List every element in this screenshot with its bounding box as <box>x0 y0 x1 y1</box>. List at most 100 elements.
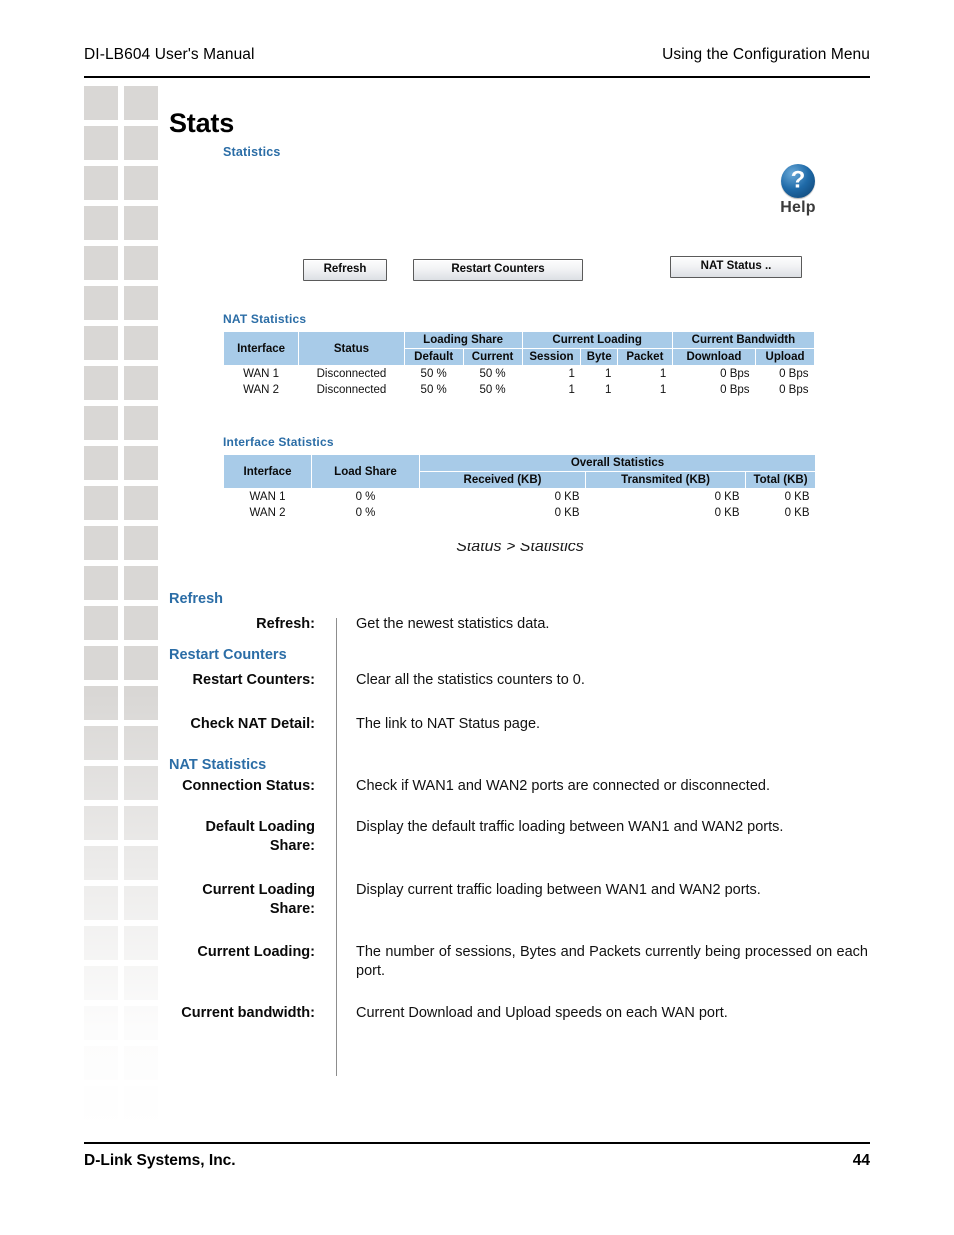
definition-description: Clear all the statistics counters to 0. <box>356 672 585 689</box>
definition-item: Current bandwidth: Current Download and … <box>169 1004 875 1023</box>
cell-byte: 1 <box>605 368 612 380</box>
footer-company: D-Link Systems, Inc. <box>84 1152 236 1169</box>
page-title: Stats <box>169 108 235 138</box>
decorative-square <box>84 1046 118 1080</box>
col-interface: Interface <box>222 331 300 366</box>
definition-term: Restart Counters: <box>192 672 315 689</box>
col-interface: Interface <box>223 454 312 489</box>
cell-interface: WAN 2 <box>243 384 280 396</box>
col-packet: Packet <box>616 348 673 366</box>
definition-term: Current Loading Share: <box>202 881 315 918</box>
col-byte: Byte <box>580 348 618 366</box>
decorative-square <box>124 1086 158 1120</box>
definition-description: Get the newest statistics data. <box>356 616 550 633</box>
interface-statistics-table: Interface Load Share Overall Statistics … <box>223 454 817 521</box>
definition-description: Check if WAN1 and WAN2 ports are connect… <box>356 777 770 794</box>
decorative-square <box>84 446 118 480</box>
subsection-refresh: Refresh <box>169 591 223 607</box>
cell-interface: WAN 1 <box>243 368 280 380</box>
decorative-square <box>84 286 118 320</box>
decorative-square <box>84 686 118 720</box>
definition-item: Default Loading Share: Display the defau… <box>169 818 875 857</box>
table-row: WAN 1 Disconnected 50 % 50 % 1 1 1 0 Bps… <box>224 366 815 383</box>
definition-item: Current Loading Share: Display current t… <box>169 881 875 920</box>
col-transmited: Transmited (KB) <box>585 471 746 489</box>
cell-download: 0 Bps <box>720 368 750 380</box>
definition-description: Display current traffic loading between … <box>356 881 761 898</box>
cell-session: 1 <box>568 384 575 396</box>
decorative-square <box>124 726 158 760</box>
cell-packet: 1 <box>659 368 667 380</box>
cell-default-share: 50 % <box>420 384 447 396</box>
definition-term: Current bandwidth: <box>181 1005 315 1022</box>
cell-current-share: 50 % <box>479 368 506 380</box>
cell-status: Disconnected <box>316 384 387 396</box>
cell-session: 1 <box>568 368 575 380</box>
col-current-bandwidth: Current Bandwidth <box>671 331 816 349</box>
decorative-square <box>84 1086 118 1120</box>
definition-description: Current Download and Upload speeds on ea… <box>356 1005 728 1022</box>
definition-term: Connection Status: <box>182 777 315 794</box>
cell-download: 0 Bps <box>720 384 750 396</box>
cell-interface: WAN 1 <box>249 491 286 503</box>
definition-description: The number of sessions, Bytes and Packet… <box>356 943 868 980</box>
decorative-square <box>124 86 158 120</box>
decorative-square <box>124 406 158 440</box>
decorative-square <box>84 566 118 600</box>
question-mark-circle-icon[interactable]: ? <box>781 164 815 198</box>
table-header-row: Interface Load Share Overall Statistics <box>223 454 817 489</box>
table-row: WAN 2 0 % 0 KB 0 KB 0 KB <box>224 505 816 521</box>
table-row: WAN 2 Disconnected 50 % 50 % 1 1 1 0 Bps… <box>224 382 815 398</box>
decorative-square <box>124 126 158 160</box>
running-head-right: Using the Configuration Menu <box>662 46 870 63</box>
col-load-share: Load Share <box>311 454 420 489</box>
definition-item: Connection Status: Check if WAN1 and WAN… <box>169 777 875 796</box>
decorative-square <box>84 806 118 840</box>
decorative-square <box>124 846 158 880</box>
running-head-left: DI-LB604 User's Manual <box>84 46 255 63</box>
decorative-square <box>124 1046 158 1080</box>
router-ui-screenshot: Statistics ? Help Refresh Restart Counte… <box>219 142 821 540</box>
decorative-square <box>84 886 118 920</box>
cell-load-share: 0 % <box>355 507 376 519</box>
definition-item: Refresh: Get the newest statistics data. <box>169 615 875 634</box>
decorative-square <box>124 686 158 720</box>
refresh-button[interactable]: Refresh <box>303 259 387 281</box>
cell-status: Disconnected <box>316 368 387 380</box>
decorative-square <box>124 326 158 360</box>
decorative-square <box>124 486 158 520</box>
col-current: Current <box>462 348 523 366</box>
col-default: Default <box>403 348 464 366</box>
figure-caption-text: Status > Statistics <box>456 543 584 555</box>
decorative-square <box>84 206 118 240</box>
decorative-square <box>124 206 158 240</box>
running-head: DI-LB604 User's Manual Using the Configu… <box>84 46 870 64</box>
footer-page-number: 44 <box>852 1152 870 1169</box>
restart-counters-button[interactable]: Restart Counters <box>413 259 583 281</box>
col-loading-share: Loading Share <box>403 331 523 349</box>
decorative-square <box>84 526 118 560</box>
decorative-square <box>124 526 158 560</box>
definition-term: Default Loading Share: <box>205 818 315 855</box>
decorative-square <box>84 366 118 400</box>
cell-total: 0 KB <box>784 491 810 503</box>
col-current-loading: Current Loading <box>521 331 673 349</box>
help-badge[interactable]: ? Help <box>767 164 829 217</box>
col-received: Received (KB) <box>419 471 586 489</box>
decorative-square <box>84 846 118 880</box>
decorative-square <box>84 606 118 640</box>
table-header-row: Interface Status Loading Share Current L… <box>222 331 816 366</box>
nat-status-button[interactable]: NAT Status .. <box>670 256 802 278</box>
cell-received: 0 KB <box>554 507 580 519</box>
decorative-square <box>84 326 118 360</box>
cell-upload: 0 Bps <box>779 368 809 380</box>
cell-transmited: 0 KB <box>714 507 740 519</box>
screenshot-title: Statistics <box>223 145 281 159</box>
decorative-square <box>84 406 118 440</box>
definition-item: Current Loading: The number of sessions,… <box>169 943 875 982</box>
decorative-square <box>124 806 158 840</box>
cell-packet: 1 <box>659 384 667 396</box>
col-status: Status <box>298 331 405 366</box>
definition-term: Refresh: <box>256 616 315 633</box>
cell-load-share: 0 % <box>355 491 376 503</box>
